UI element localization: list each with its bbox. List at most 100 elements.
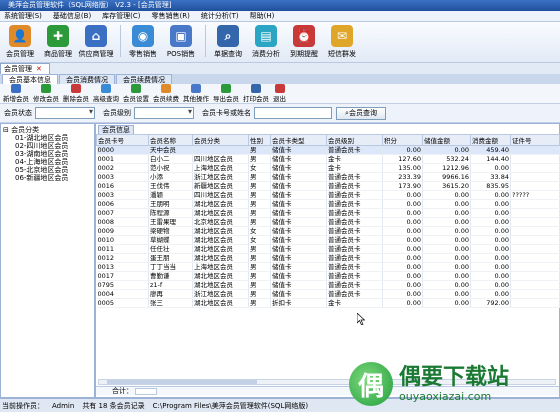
table-cell: 普通会员卡 xyxy=(326,244,383,254)
table-row[interactable]: 0006 王朋明 湖北地区会员男储值卡 普通会员卡 0.00 0.00 0.00 xyxy=(96,199,560,209)
tab-member-basic-info[interactable]: 会员基本信息 xyxy=(2,74,58,84)
toolbar-sms-button[interactable]: ✉ 短信群发 xyxy=(324,25,360,59)
column-header[interactable]: 会员卡类型 xyxy=(270,134,327,146)
tab-member-management[interactable]: 会员管理 ✕ xyxy=(0,63,50,74)
table-cell: 储值卡 xyxy=(270,280,327,290)
scrollbar-thumb[interactable] xyxy=(107,380,257,384)
edit-member-button[interactable]: 修改会员 xyxy=(33,84,59,103)
table-row[interactable]: 0004 廖再 浙江地区会员男储值卡 普通会员卡 0.00 0.00 0.00 xyxy=(96,289,560,299)
table-cell xyxy=(510,298,560,308)
table-row[interactable]: 0001 白小二 四川地区会员男储值卡 金卡 127.60 532.24 144.40 xyxy=(96,154,560,164)
tree-node[interactable]: 06-新疆地区会员 xyxy=(3,174,94,182)
table-cell: 0.00 xyxy=(382,190,423,200)
toolbar-analysis-button[interactable]: ▤ 消费分析 xyxy=(248,25,284,59)
delete-icon xyxy=(71,84,81,93)
table-cell: 储值卡 xyxy=(270,172,327,182)
toolbar-supplier-button[interactable]: ⌂ 供应商管理 xyxy=(78,25,114,59)
menu-help[interactable]: 帮助(H) xyxy=(250,11,275,21)
table-row[interactable]: 0013 丁丁当当 上海地区会员男储值卡 普通会员卡 0.00 0.00 0.00 xyxy=(96,262,560,272)
tree-node[interactable]: 03-湖南地区会员 xyxy=(3,150,94,158)
table-cell: 梁硬物 xyxy=(148,226,193,236)
column-header[interactable]: 会员分类 xyxy=(192,134,249,146)
toolbar-alarm-button[interactable]: ⏰ 到期提醒 xyxy=(286,25,322,59)
toolbar-pos-button[interactable]: ▣ POS销售 xyxy=(163,25,199,59)
add-member-button[interactable]: 新增会员 xyxy=(3,84,29,103)
total-label: 合计： xyxy=(112,387,133,395)
member-query-button[interactable]: ⌕ 会员查询 xyxy=(336,106,386,120)
menu-retail[interactable]: 零售销售(R) xyxy=(152,11,190,21)
table-cell: 储值卡 xyxy=(270,154,327,164)
watermark-title: 偶要下载站 xyxy=(399,364,510,390)
tree-node[interactable]: 04-上海地区会员 xyxy=(3,158,94,166)
print-member-button[interactable]: 打印会员 xyxy=(243,84,269,103)
column-header[interactable]: 会员级别 xyxy=(326,134,383,146)
exit-button[interactable]: 退出 xyxy=(273,84,286,103)
menu-basic-info[interactable]: 基础信息(B) xyxy=(53,11,91,21)
table-cell: 湖北地区会员 xyxy=(192,280,249,290)
table-cell: 曹勤谦 xyxy=(148,271,193,281)
table-cell: 储值卡 xyxy=(270,181,327,191)
table-cell: 0004 xyxy=(96,289,149,299)
tab-member-consumption[interactable]: 会员消费情况 xyxy=(59,74,115,84)
menu-statistics[interactable]: 统计分析(T) xyxy=(201,11,239,21)
tree-node[interactable]: 05-北京地区会员 xyxy=(3,166,94,174)
sms-icon: ✉ xyxy=(331,25,353,47)
toolbar-retail-button[interactable]: ◉ 零售销售 xyxy=(125,25,161,59)
other-actions-button[interactable]: 其他操作 xyxy=(183,84,209,103)
export-member-button[interactable]: 导出会员 xyxy=(213,84,239,103)
table-row[interactable]: 0009 梁硬物 湖北地区会员女储值卡 普通会员卡 0.00 0.00 0.00 xyxy=(96,226,560,236)
table-cell: 男 xyxy=(248,289,271,299)
table-row[interactable]: 0005 张三 湖北地区会员男折扣卡 金卡 0.00 0.00 792.00 xyxy=(96,298,560,308)
table-cell: 0.00 xyxy=(382,271,423,281)
table-row[interactable]: 0016 王伐伟 新疆地区会员男储值卡 普通会员卡 173.90 3615.20 835.9… xyxy=(96,181,560,191)
table-cell: 0010 xyxy=(96,235,149,245)
level-filter-select[interactable] xyxy=(134,107,194,119)
menu-inventory[interactable]: 库存管理(C) xyxy=(102,11,140,21)
table-cell: 0.00 xyxy=(422,262,471,272)
table-row[interactable]: 0008 王雷果理 北京地区会员男储值卡 普通会员卡 0.00 0.00 0.00 xyxy=(96,217,560,227)
table-cell: 金卡 xyxy=(326,163,383,173)
column-header[interactable]: 消费金额 xyxy=(470,134,511,146)
tree-node[interactable]: 02-四川地区会员 xyxy=(3,142,94,150)
table-cell: 任任壮 xyxy=(148,244,193,254)
tree-node[interactable]: 01-湖北地区会员 xyxy=(3,134,94,142)
column-header[interactable]: 储值金额 xyxy=(422,134,471,146)
table-row[interactable]: 0007 陈程源 湖北地区会员男储值卡 普通会员卡 0.00 0.00 0.00 xyxy=(96,208,560,218)
menu-system[interactable]: 系统管理(S) xyxy=(4,11,42,21)
table-row[interactable]: 0011 任任壮 湖北地区会员男储值卡 普通会员卡 0.00 0.00 0.00 xyxy=(96,244,560,254)
delete-member-button[interactable]: 删除会员 xyxy=(63,84,89,103)
table-row[interactable]: 0003 小添 浙江地区会员男储值卡 普通会员卡 233.39 9966.16 33.84 xyxy=(96,172,560,182)
status-filter-select[interactable] xyxy=(35,107,95,119)
table-row[interactable]: 0010 草蝴蝶 湖北地区会员女储值卡 普通会员卡 0.00 0.00 0.00 xyxy=(96,235,560,245)
toolbar-member-button[interactable]: 👤 会员管理 xyxy=(2,25,38,59)
table-row[interactable]: 0000 天中会员男储值卡 普通会员卡 0.00 0.00 459.40 xyxy=(96,145,560,155)
table-cell: 0.00 xyxy=(422,289,471,299)
table-row[interactable]: 0002 范小祝 上海地区会员女储值卡 金卡 135.00 1212.96 0.00 xyxy=(96,163,560,173)
table-cell: 女 xyxy=(248,163,271,173)
table-cell: 835.95 xyxy=(470,181,511,191)
tree-root[interactable]: ⊟ 会员分类 xyxy=(3,126,94,134)
column-header[interactable]: 证件号 xyxy=(510,134,560,146)
column-header[interactable]: 积分 xyxy=(382,134,423,146)
table-cell: 普通会员卡 xyxy=(326,280,383,290)
toolbar-label: 单据查询 xyxy=(214,50,242,58)
table-cell: 普通会员卡 xyxy=(326,199,383,209)
column-header[interactable]: 会员卡号 xyxy=(96,134,149,146)
member-settings-button[interactable]: 会员设置 xyxy=(123,84,149,103)
toolbar-query-button[interactable]: ⌕ 单据查询 xyxy=(210,25,246,59)
close-icon[interactable]: ✕ xyxy=(36,65,42,73)
table-row[interactable]: 0003 潘颖 四川地区会员男储值卡 普通会员卡 0.00 0.00 0.00????? xyxy=(96,190,560,200)
search-input[interactable] xyxy=(254,107,332,119)
advanced-query-button[interactable]: 高级查询 xyxy=(93,84,119,103)
table-cell: 0.00 xyxy=(422,271,471,281)
toolbar-goods-button[interactable]: ✚ 商品管理 xyxy=(40,25,76,59)
table-cell: 0.00 xyxy=(470,262,511,272)
member-renewal-button[interactable]: 会员续费 xyxy=(153,84,179,103)
table-row[interactable]: 0795 z1-f 湖北地区会员男储值卡 普通会员卡 0.00 0.00 0.00 xyxy=(96,280,560,290)
tab-member-renewal[interactable]: 会员续费情况 xyxy=(116,74,172,84)
column-header[interactable]: 性别 xyxy=(248,134,271,146)
column-header[interactable]: 会员名称 xyxy=(148,134,193,146)
table-cell: 普通会员卡 xyxy=(326,253,383,263)
table-row[interactable]: 0017 曹勤谦 湖北地区会员男储值卡 普通会员卡 0.00 0.00 0.00 xyxy=(96,271,560,281)
table-row[interactable]: 0012 蛋王朋 湖北地区会员男储值卡 普通会员卡 0.00 0.00 0.00 xyxy=(96,253,560,263)
